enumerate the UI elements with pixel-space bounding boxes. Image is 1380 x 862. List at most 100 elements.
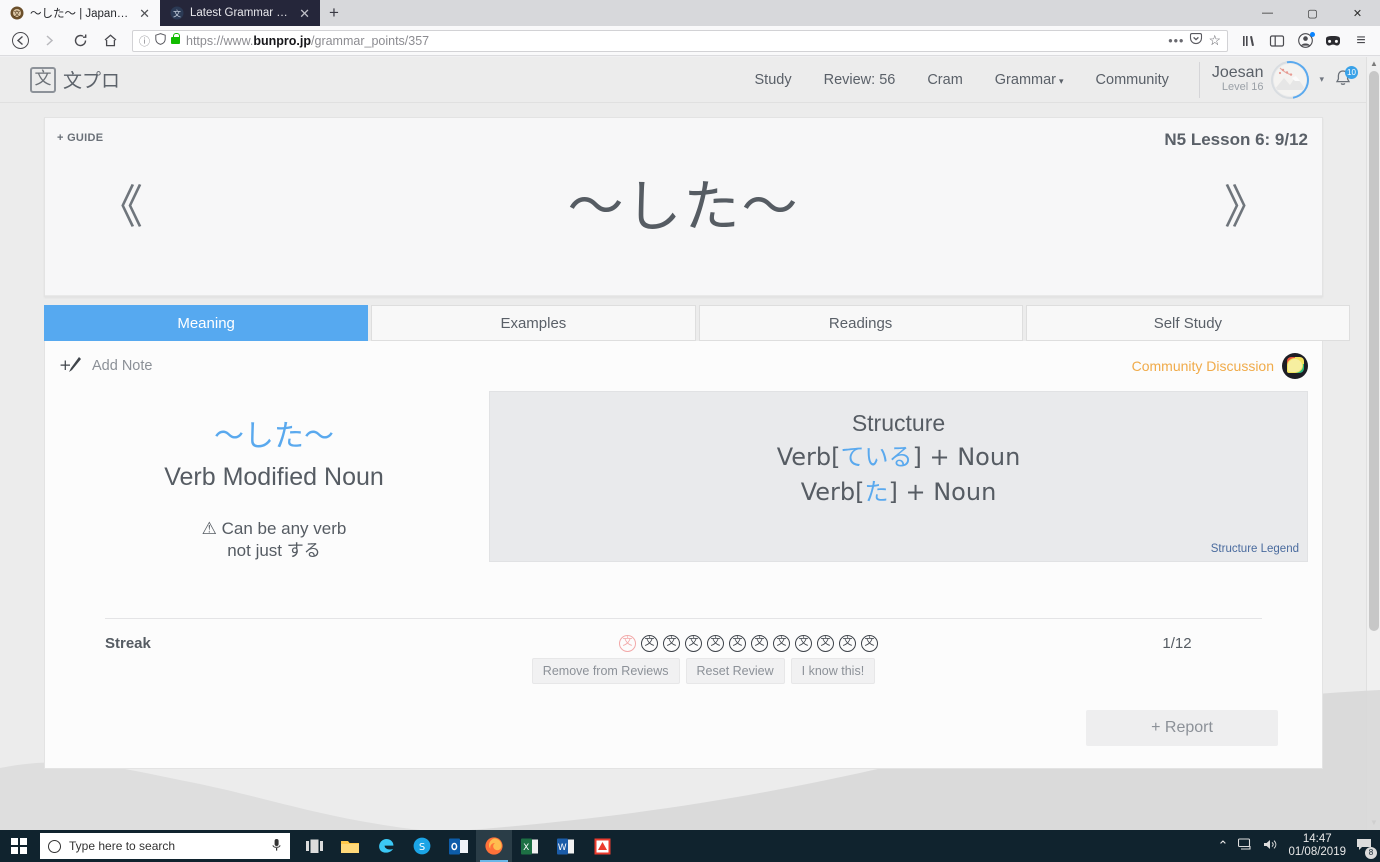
avatar-image — [1274, 63, 1307, 96]
streak-dot: 文 — [861, 634, 878, 652]
home-icon[interactable] — [96, 28, 124, 54]
network-icon[interactable] — [1238, 838, 1253, 854]
streak-buttons: Remove from Reviews Reset Review I know … — [45, 657, 1322, 684]
tab-self-study[interactable]: Self Study — [1025, 305, 1350, 341]
outlook-icon[interactable] — [440, 830, 476, 862]
nav-item-review[interactable]: Review: 56 — [808, 72, 912, 88]
page-actions-icon[interactable]: ••• — [1168, 34, 1184, 48]
close-icon[interactable]: ✕ — [137, 7, 152, 20]
structure-line-1-pre: Verb[ — [776, 443, 841, 471]
taskbar-app-icons: S X W — [296, 830, 620, 862]
structure-line-2: Verb[た] + Noun — [504, 478, 1293, 507]
svg-text:X: X — [523, 843, 529, 853]
reset-review-button[interactable]: Reset Review — [685, 657, 785, 684]
discourse-icon — [1282, 353, 1308, 379]
user-name: Joesan — [1211, 64, 1264, 82]
shield-icon[interactable] — [155, 33, 166, 48]
streak-icons: 文文文文文文文文文文文文 — [405, 634, 1092, 652]
pocket-icon[interactable] — [1189, 32, 1203, 49]
avatar[interactable] — [1264, 57, 1317, 106]
sidebar-icon[interactable] — [1264, 28, 1290, 54]
file-explorer-icon[interactable] — [332, 830, 368, 862]
start-button-icon[interactable] — [0, 830, 38, 862]
notifications-bell[interactable]: 10 — [1334, 65, 1358, 91]
account-icon[interactable] — [1292, 28, 1318, 54]
meaning-caution: ⚠ Can be any verb not just する — [59, 518, 489, 562]
action-center-icon[interactable]: 8 — [1356, 838, 1377, 859]
streak-dot: 文 — [773, 634, 790, 652]
meaning-panel: + Add Note Community Discussion 〜した〜 Ver… — [44, 341, 1323, 769]
nav-item-community[interactable]: Community — [1080, 72, 1185, 88]
volume-icon[interactable] — [1263, 838, 1278, 854]
browser-tab-2[interactable]: 文 Latest Grammar Points topics - ✕ — [160, 0, 320, 26]
streak-dot: 文 — [685, 634, 702, 652]
streak-dot: 文 — [641, 634, 658, 652]
remove-from-reviews-button[interactable]: Remove from Reviews — [531, 657, 680, 684]
add-note-label: Add Note — [92, 358, 153, 374]
excel-icon[interactable]: X — [512, 830, 548, 862]
scroll-up-icon[interactable]: ▲ — [1367, 57, 1380, 71]
streak-dot: 文 — [663, 634, 680, 652]
bunpro-logo-icon: 文 — [30, 66, 56, 93]
taskbar-search-input[interactable]: Type here to search — [40, 833, 290, 859]
page-info-icon[interactable]: ⓘ — [139, 33, 150, 49]
nav-item-study[interactable]: Study — [739, 72, 808, 88]
tab-readings[interactable]: Readings — [698, 305, 1023, 341]
streak-dot: 文 — [707, 634, 724, 652]
close-icon[interactable]: ✕ — [297, 7, 312, 20]
minimize-button[interactable]: — — [1245, 0, 1290, 26]
user-menu[interactable]: Joesan Level 16 ▾ — [1204, 57, 1324, 106]
back-icon[interactable] — [6, 28, 34, 54]
structure-legend-link[interactable]: Structure Legend — [1211, 543, 1299, 555]
url-text: https://www.bunpro.jp/grammar_points/357 — [186, 33, 430, 48]
add-note-button[interactable]: + Add Note — [59, 355, 152, 378]
i-know-this-button[interactable]: I know this! — [790, 657, 876, 684]
tray-chevron-icon[interactable]: ⌃ — [1218, 838, 1229, 854]
tab-examples[interactable]: Examples — [371, 305, 696, 341]
warning-icon: ⚠ — [201, 519, 217, 539]
browser-tab-1[interactable]: 文 〜した〜 | Japanese Grammar S ✕ — [0, 0, 160, 26]
firefox-icon[interactable] — [476, 830, 512, 862]
taskbar-search-placeholder: Type here to search — [69, 839, 176, 853]
edge-icon[interactable] — [368, 830, 404, 862]
structure-line-1-kana: ている — [840, 443, 913, 471]
next-grammar-point-icon[interactable]: 》 — [1224, 184, 1270, 230]
meaning-block: 〜した〜 Verb Modified Noun ⚠ Can be any ver… — [59, 391, 489, 562]
site-brand[interactable]: 文 文プロ — [30, 66, 120, 93]
chevron-down-icon[interactable]: ▾ — [1319, 74, 1324, 85]
bookmark-star-icon[interactable]: ☆ — [1208, 32, 1221, 49]
container-mask-icon[interactable] — [1320, 28, 1346, 54]
nav-item-grammar[interactable]: Grammar ▾ — [979, 72, 1080, 88]
clock-time: 14:47 — [1302, 832, 1332, 845]
structure-title: Structure — [851, 410, 946, 436]
word-icon[interactable]: W — [548, 830, 584, 862]
cortana-icon — [48, 839, 61, 853]
structure-line-1: Verb[ている] + Noun — [504, 443, 1293, 472]
community-discussion-link[interactable]: Community Discussion — [1132, 353, 1308, 379]
clock[interactable]: 14:47 01/08/2019 — [1288, 833, 1346, 859]
structure-line-2-pre: Verb[ — [800, 477, 865, 506]
browser-tab-2-title: Latest Grammar Points topics - — [190, 7, 291, 19]
reload-icon[interactable] — [66, 28, 94, 54]
grammar-hero: + GUIDE N5 Lesson 6: 9/12 《 〜した〜 》 — [45, 118, 1322, 296]
microphone-icon[interactable] — [271, 838, 282, 855]
library-icon[interactable] — [1236, 28, 1262, 54]
report-button[interactable]: + Report — [1086, 709, 1278, 746]
task-view-icon[interactable] — [296, 830, 332, 862]
new-tab-button[interactable]: + — [320, 0, 348, 26]
forward-icon[interactable] — [36, 28, 64, 54]
meaning-japanese: 〜した〜 — [214, 419, 334, 454]
grammar-point-panel: + GUIDE N5 Lesson 6: 9/12 《 〜した〜 》 — [44, 117, 1323, 297]
maximize-button[interactable]: ▢ — [1290, 0, 1335, 26]
anki-icon[interactable] — [584, 830, 620, 862]
nav-item-grammar-label: Grammar — [994, 71, 1057, 88]
url-bar[interactable]: ⓘ https://www.bunpro.jp/grammar_points/3… — [132, 29, 1228, 52]
skype-icon[interactable]: S — [404, 830, 440, 862]
tab-meaning[interactable]: Meaning — [44, 305, 369, 341]
close-window-button[interactable]: ✕ — [1335, 0, 1380, 26]
site-nav: Study Review: 56 Cram Grammar ▾ Community… — [739, 57, 1358, 106]
nav-item-cram[interactable]: Cram — [911, 72, 978, 88]
meaning-english: Verb Modified Noun — [164, 463, 384, 491]
account-badge-dot — [1310, 31, 1315, 37]
menu-icon[interactable]: ≡ — [1348, 28, 1374, 54]
